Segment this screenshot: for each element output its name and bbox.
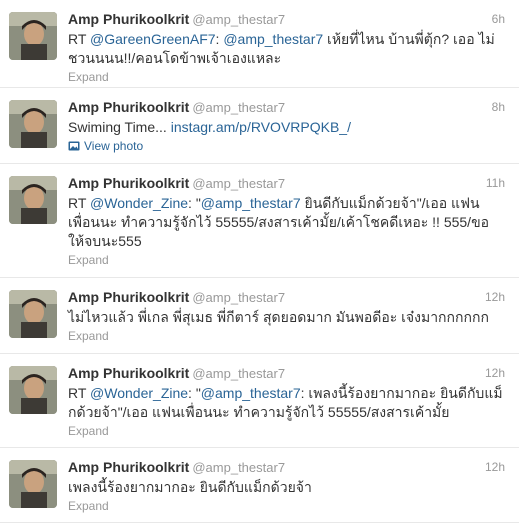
photo-icon [68, 141, 80, 151]
timestamp[interactable]: 11h [486, 174, 505, 192]
tweet-text-segment: RT [68, 385, 91, 401]
mention-link[interactable]: @amp_thestar7 [201, 385, 301, 401]
author-handle[interactable]: @amp_thestar7 [192, 12, 285, 27]
mention-link[interactable]: @amp_thestar7 [201, 195, 301, 211]
tweet-text-segment: เพลงนี้ร้องยากมากอะ ยินดีกับแม็กด้วยจ้า [68, 479, 312, 495]
timestamp[interactable]: 12h [485, 458, 505, 476]
author-handle[interactable]: @amp_thestar7 [192, 460, 285, 475]
tweet-text-segment: : " [188, 385, 201, 401]
tweet-text-segment: RT [68, 195, 91, 211]
tweet-text-segment: : " [188, 195, 201, 211]
tweet-header: Amp Phurikoolkrit @amp_thestar7 11h [68, 174, 505, 192]
view-photo-label[interactable]: View photo [84, 138, 143, 154]
expand-link[interactable]: Expand [68, 498, 109, 514]
avatar[interactable] [9, 460, 57, 508]
tweet-text-segment: Swiming Time... [68, 119, 171, 135]
timestamp[interactable]: 6h [492, 10, 505, 28]
tweet-item[interactable]: Amp Phurikoolkrit @amp_thestar7 12h เพลงน… [0, 448, 519, 523]
author-name[interactable]: Amp Phurikoolkrit [68, 99, 189, 115]
mention-link[interactable]: @amp_thestar7 [223, 31, 323, 47]
tweet-item[interactable]: Amp Phurikoolkrit @amp_thestar7 12h ไม่ไห… [0, 278, 519, 354]
tweet-text: เพลงนี้ร้องยากมากอะ ยินดีกับแม็กด้วยจ้า [68, 478, 505, 497]
tweet-item[interactable]: Amp Phurikoolkrit @amp_thestar7 12h RT @W… [0, 354, 519, 448]
avatar[interactable] [9, 366, 57, 414]
author-handle[interactable]: @amp_thestar7 [192, 176, 285, 191]
tweet-item[interactable]: Amp Phurikoolkrit @amp_thestar7 8h Swimin… [0, 88, 519, 164]
tweet-header: Amp Phurikoolkrit @amp_thestar7 12h [68, 288, 505, 306]
tweet-item[interactable]: Amp Phurikoolkrit @amp_thestar7 6h RT @Ga… [0, 0, 519, 88]
expand-link[interactable]: Expand [68, 328, 109, 344]
tweet-header: Amp Phurikoolkrit @amp_thestar7 8h [68, 98, 505, 116]
author-handle[interactable]: @amp_thestar7 [192, 100, 285, 115]
author-handle[interactable]: @amp_thestar7 [192, 290, 285, 305]
mention-link[interactable]: @Wonder_Zine [90, 195, 188, 211]
timestamp[interactable]: 8h [492, 98, 505, 116]
tweet-text-segment: RT [68, 31, 91, 47]
tweet-text: RT @GareenGreenAF7: @amp_thestar7 เห้ยที… [68, 30, 505, 68]
avatar[interactable] [9, 100, 57, 148]
tweet-header: Amp Phurikoolkrit @amp_thestar7 12h [68, 458, 505, 476]
author-name[interactable]: Amp Phurikoolkrit [68, 365, 189, 381]
timestamp[interactable]: 12h [485, 364, 505, 382]
view-photo-link[interactable]: View photo [68, 138, 143, 154]
tweet-header: Amp Phurikoolkrit @amp_thestar7 12h [68, 364, 505, 382]
expand-link[interactable]: Expand [68, 423, 109, 439]
mention-link[interactable]: @GareenGreenAF7 [90, 31, 216, 47]
author-name[interactable]: Amp Phurikoolkrit [68, 175, 189, 191]
tweet-header: Amp Phurikoolkrit @amp_thestar7 6h [68, 10, 505, 28]
author-name[interactable]: Amp Phurikoolkrit [68, 11, 189, 27]
avatar[interactable] [9, 12, 57, 60]
tweet-item[interactable]: Amp Phurikoolkrit @amp_thestar7 11h RT @W… [0, 164, 519, 278]
avatar[interactable] [9, 176, 57, 224]
mention-link[interactable]: @Wonder_Zine [90, 385, 188, 401]
tweet-timeline: Amp Phurikoolkrit @amp_thestar7 6h RT @Ga… [0, 0, 519, 523]
expand-link[interactable]: Expand [68, 69, 109, 85]
expand-link[interactable]: Expand [68, 252, 109, 268]
tweet-text-segment: ไม่ไหวแล้ว พี่เกล พี่สุเมธ พี่กีตาร์ สุด… [68, 309, 489, 325]
avatar[interactable] [9, 290, 57, 338]
author-name[interactable]: Amp Phurikoolkrit [68, 459, 189, 475]
author-handle[interactable]: @amp_thestar7 [192, 366, 285, 381]
tweet-text: ไม่ไหวแล้ว พี่เกล พี่สุเมธ พี่กีตาร์ สุด… [68, 308, 505, 327]
timestamp[interactable]: 12h [485, 288, 505, 306]
author-name[interactable]: Amp Phurikoolkrit [68, 289, 189, 305]
tweet-text: Swiming Time... instagr.am/p/RVOVRPQKB_/ [68, 118, 505, 137]
tweet-text: RT @Wonder_Zine: "@amp_thestar7: เพลงนี้… [68, 384, 505, 422]
instagram-link[interactable]: instagr.am/p/RVOVRPQKB_/ [171, 119, 351, 135]
tweet-text: RT @Wonder_Zine: "@amp_thestar7 ยินดีกับ… [68, 194, 505, 251]
